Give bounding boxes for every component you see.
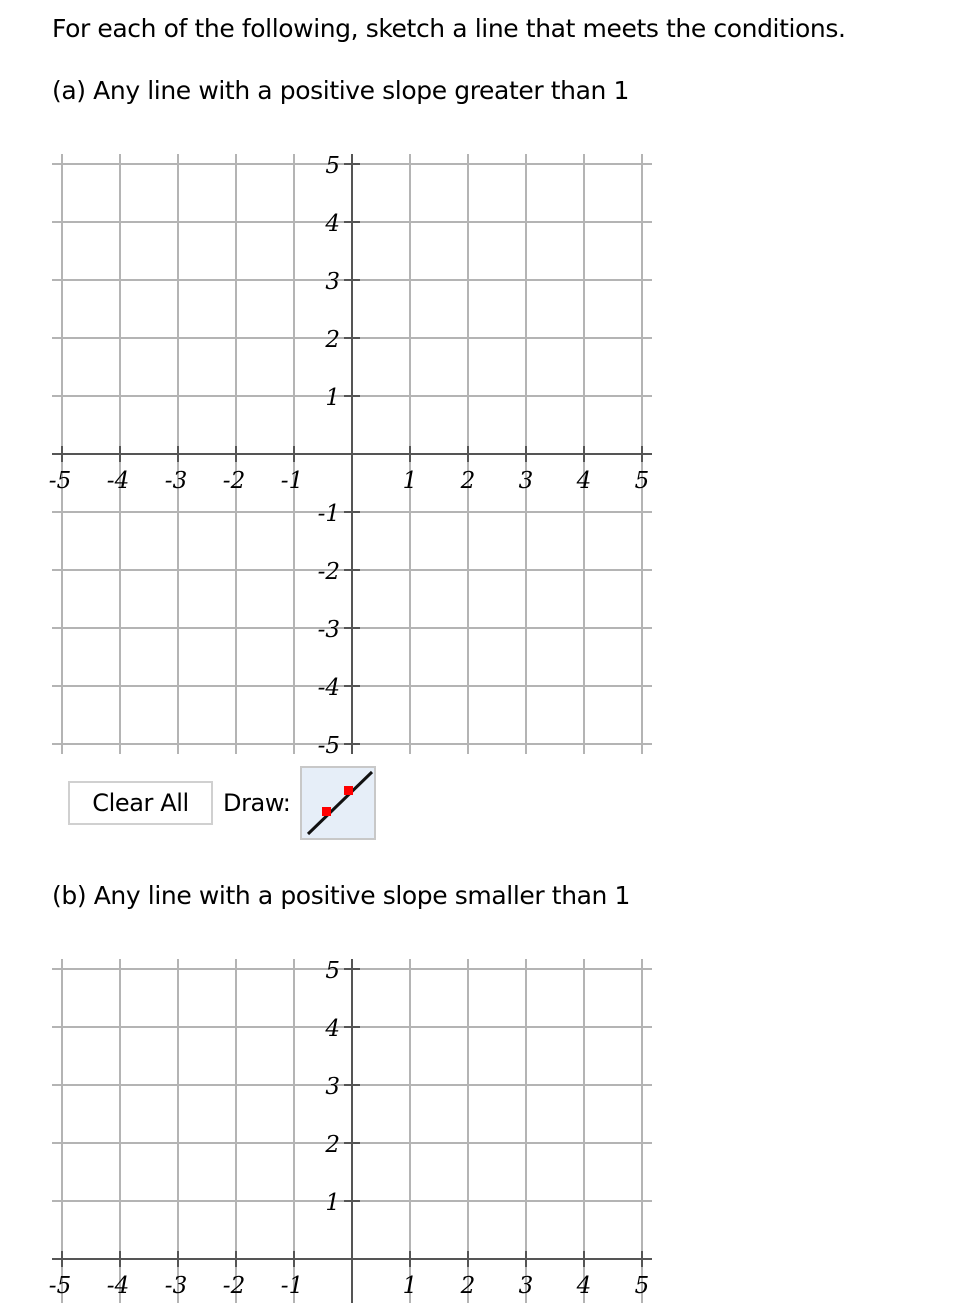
x-tick-label: -3 (165, 1273, 187, 1299)
x-tick-label: -2 (223, 1273, 245, 1299)
graph-b[interactable]: -5 -4 -3 -2 -1 1 2 3 4 5 5 4 3 2 1 (0, 0, 970, 1303)
x-tick-label: 2 (460, 1273, 476, 1299)
y-tick-label: 5 (325, 958, 340, 984)
y-tick-label: 2 (324, 1132, 340, 1158)
x-tick-label: 1 (403, 1273, 418, 1299)
x-tick-label: -5 (49, 1273, 71, 1299)
y-tick-label: 3 (325, 1074, 340, 1100)
y-tick-label: 4 (324, 1016, 340, 1042)
x-tick-label: 3 (519, 1273, 534, 1299)
x-tick-label: 4 (576, 1273, 592, 1299)
x-tick-label: 5 (635, 1273, 650, 1299)
x-tick-label: -1 (281, 1273, 303, 1299)
x-tick-label: -4 (107, 1273, 129, 1299)
y-tick-label: 1 (325, 1190, 340, 1216)
